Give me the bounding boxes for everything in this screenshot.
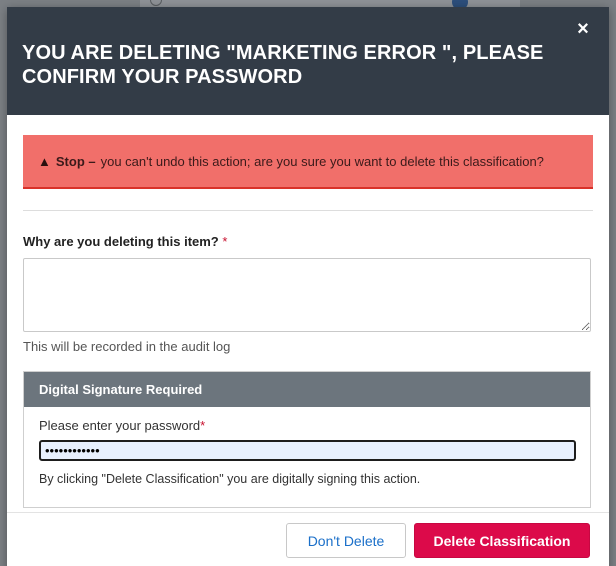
delete-confirmation-dialog: YOU ARE DELETING "MARKETING ERROR ", PLE… [7,7,609,566]
warning-triangle-icon: ▲ [38,153,51,169]
alert-message: you can't undo this action; are you sure… [100,153,544,169]
delete-classification-button[interactable]: Delete Classification [414,523,590,558]
dialog-header: YOU ARE DELETING "MARKETING ERROR ", PLE… [7,7,609,115]
signing-note: By clicking "Delete Classification" you … [39,472,421,486]
digital-signature-panel: Digital Signature Required Please enter … [23,371,591,508]
close-icon[interactable]: × [573,19,593,39]
dialog-title: YOU ARE DELETING "MARKETING ERROR ", PLE… [22,42,544,88]
required-marker: * [222,234,228,249]
warning-alert: ▲ Stop – you can't undo this action; are… [23,135,593,189]
dialog-body: ▲ Stop – you can't undo this action; are… [7,115,609,508]
dialog-footer: Don't Delete Delete Classification [7,512,609,566]
signature-header: Digital Signature Required [24,372,590,407]
alert-strong-text: Stop – [55,153,96,169]
password-label-text: Please enter your password [39,418,201,433]
reason-textarea[interactable] [23,258,591,332]
required-marker: * [200,418,206,433]
divider [23,210,593,211]
reason-label: Why are you deleting this item? * [23,234,593,249]
audit-log-helper: This will be recorded in the audit log [23,339,231,354]
reason-label-text: Why are you deleting this item? [23,234,219,249]
password-input[interactable] [39,440,576,461]
signature-body: Please enter your password* By clicking … [24,407,590,507]
dont-delete-button[interactable]: Don't Delete [286,523,406,558]
password-label: Please enter your password* [39,418,575,433]
